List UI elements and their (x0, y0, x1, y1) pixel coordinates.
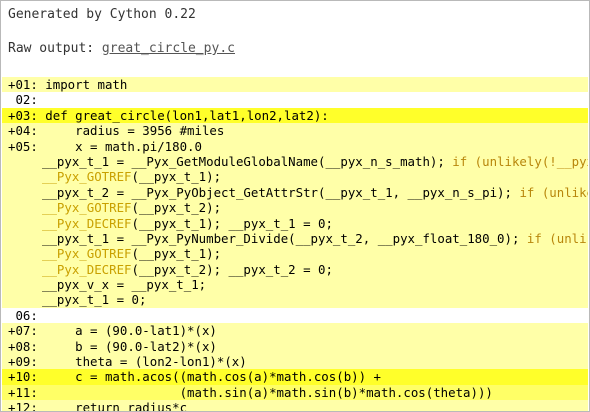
source-line[interactable]: +12: return radius*c (2, 400, 588, 412)
code-text: __pyx_v_x = __pyx_t_1; (42, 277, 207, 293)
source-line[interactable]: +09: theta = (lon2-lon1)*(x) (2, 354, 588, 370)
macro-args: (__pyx_t_1); (131, 169, 222, 185)
code-text: +03: def great_circle(lon1,lat1,lon2,lat… (8, 107, 329, 123)
source-line: 06: (2, 307, 588, 324)
cython-annotation-page: Generated by Cython 0.22 Raw output: gre… (0, 0, 590, 412)
generated-c-line: __pyx_v_x = __pyx_t_1; (2, 277, 588, 293)
source-line[interactable]: +10: c = math.acos((math.cos(a)*math.cos… (2, 369, 588, 385)
macro-name: __Pyx_GOTREF (42, 246, 132, 262)
source-line[interactable]: +07: a = (90.0-lat1)*(x) (2, 323, 588, 339)
macro-name: __Pyx_GOTREF (42, 169, 132, 185)
raw-output-link[interactable]: great_circle_py.c (102, 41, 235, 56)
macro-args: (__pyx_t_2); (131, 200, 222, 216)
generated-c-line: __Pyx_GOTREF(__pyx_t_2); (2, 200, 588, 216)
code-text: __Pyx_GOTREF(__pyx_t_1); (42, 246, 221, 261)
macro-args: (__pyx_t_1); (131, 246, 222, 262)
code-text: +11: (math.sin(a)*math.sin(b)*math.cos(t… (8, 384, 493, 400)
statement: __pyx_t_1 = __Pyx_PyNumber_Divide(__pyx_… (42, 230, 527, 246)
generated-c-line: __pyx_t_2 = __Pyx_PyObject_GetAttrStr(__… (2, 184, 588, 201)
code-text: __Pyx_GOTREF(__pyx_t_2); (42, 200, 221, 215)
code-text: 06: (8, 307, 38, 323)
code-text: +10: c = math.acos((math.cos(a)*math.cos… (8, 369, 381, 385)
code-text: +09: theta = (lon2-lon1)*(x) (8, 354, 247, 370)
generated-c-line: __Pyx_GOTREF(__pyx_t_1); (2, 169, 588, 185)
code-text: +04: radius = 3956 #miles (8, 123, 225, 139)
macro-name: __Pyx_DECREF (42, 261, 132, 277)
source-line[interactable]: +01: import math (2, 77, 588, 93)
generated-c-line: __Pyx_GOTREF(__pyx_t_1); (2, 246, 588, 262)
code-text: __pyx_t_2 = __Pyx_PyObject_GetAttrStr(__… (42, 185, 588, 200)
generated-c-line: __Pyx_DECREF(__pyx_t_2); __pyx_t_2 = 0; (2, 261, 588, 278)
error-check: if (unlikely(! (519, 184, 588, 200)
generated-c-line: __Pyx_DECREF(__pyx_t_1); __pyx_t_1 = 0; (2, 215, 588, 231)
code-text: __Pyx_DECREF(__pyx_t_2); __pyx_t_2 = 0; (42, 262, 333, 277)
macro-args: (__pyx_t_1); __pyx_t_1 = 0; (131, 215, 333, 231)
code-text: +01: import math (8, 77, 128, 92)
generated-c-line: __pyx_t_1 = __Pyx_PyNumber_Divide(__pyx_… (2, 230, 588, 247)
source-line: 02: (2, 92, 588, 108)
code-text: __Pyx_DECREF(__pyx_t_1); __pyx_t_1 = 0; (42, 216, 333, 231)
code-text: __Pyx_GOTREF(__pyx_t_1); (42, 169, 221, 184)
code-text: 02: (8, 92, 38, 108)
raw-output-label: Raw output: (8, 41, 102, 56)
code-text: +08: b = (90.0-lat2)*(x) (8, 338, 217, 354)
macro-name: __Pyx_DECREF (42, 215, 132, 231)
code-text: __pyx_t_1 = __Pyx_PyNumber_Divide(__pyx_… (42, 231, 588, 246)
annotated-code-listing: +01: import math 02: +03: def great_circl… (2, 77, 588, 412)
macro-args: (__pyx_t_2); __pyx_t_2 = 0; (131, 261, 333, 277)
generated-by-heading: Generated by Cython 0.22 (8, 7, 196, 22)
source-line[interactable]: +08: b = (90.0-lat2)*(x) (2, 338, 588, 355)
code-text: +05: x = math.pi/180.0 (8, 138, 202, 154)
statement: __pyx_t_1 = __Pyx_GetModuleGlobalName(__… (42, 153, 453, 169)
code-text: __pyx_t_1 = 0; (42, 292, 147, 308)
generated-c-line: __pyx_t_1 = __Pyx_GetModuleGlobalName(__… (2, 153, 588, 170)
code-text: +12: return radius*c (8, 400, 188, 412)
code-text: +07: a = (90.0-lat1)*(x) (8, 323, 217, 339)
source-line[interactable]: +11: (math.sin(a)*math.sin(b)*math.cos(t… (2, 384, 588, 401)
generated-c-line: __pyx_t_1 = 0; (2, 292, 588, 308)
raw-output-line: Raw output: great_circle_py.c (8, 41, 235, 56)
code-text: __pyx_t_1 = __Pyx_GetModuleGlobalName(__… (42, 154, 588, 169)
error-check: if (unlikely( (526, 230, 588, 246)
source-line[interactable]: +04: radius = 3956 #miles (2, 123, 588, 139)
source-line[interactable]: +05: x = math.pi/180.0 (2, 138, 588, 154)
source-line[interactable]: +03: def great_circle(lon1,lat1,lon2,lat… (2, 107, 588, 124)
error-check: if (unlikely(!__pyx_t_1 (452, 153, 588, 169)
statement: __pyx_t_2 = __Pyx_PyObject_GetAttrStr(__… (42, 184, 520, 200)
macro-name: __Pyx_GOTREF (42, 200, 132, 216)
